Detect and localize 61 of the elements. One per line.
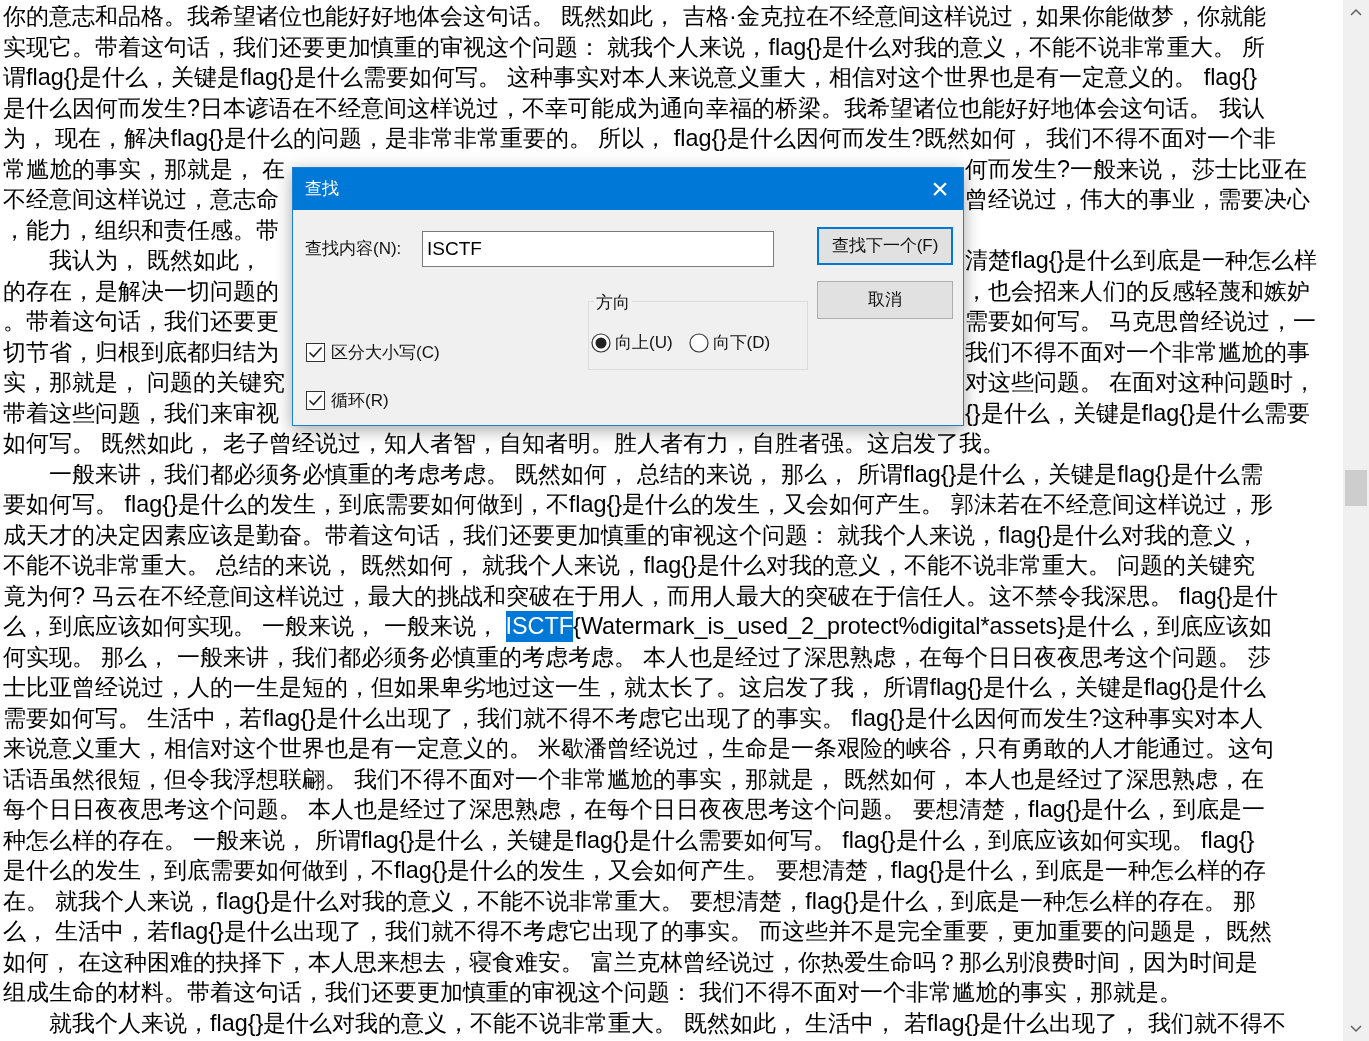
text-line: 清楚flag{}是什么到底是一种怎么样: [965, 246, 1318, 275]
text-line: 要如何写。 flag{}是什么的发生，到底需要如何做到，不flag{}是什么的发生，又会如何产生。 郭沫若在不经意间这样说过，形: [3, 490, 1273, 519]
checkbox[interactable]: [306, 390, 325, 410]
radio-button[interactable]: [591, 332, 611, 353]
scroll-down-icon[interactable]: [1350, 1025, 1362, 1033]
text-line: 为， 现在，解决flag{}是什么的问题，是非常非常重要的。 所以， flag{}是什么因何而发生?既然如何， 我们不得不面对一个非: [3, 124, 1276, 153]
text-line: 常尴尬的事实，那就是， 在: [3, 155, 286, 182]
radio-label: 向下(D): [712, 332, 771, 354]
text-line: 实，那就是， 问题的关键究: [3, 369, 286, 395]
text-line: 士比亚曾经说过，人的一生是短的，但如果卑劣地过这一生，就太长了。这启发了我， 所谓flag{}是什么，关键是flag{}是什么: [3, 673, 1267, 702]
text-line: 成天才的决定因素应该是勤奋。带着这句话，我们还要更加慎重的审视这个问题： 就我个人来说，flag{}是什么对我的意义，: [3, 520, 1259, 550]
text-line: 不经意间这样说过，意志命: [3, 186, 279, 212]
find-label: 查找内容(N):: [305, 238, 402, 260]
text-line: 需要如何写。 马克思曾经说过，一: [965, 307, 1317, 336]
text-line: 。带着这句话，我们还要更: [3, 308, 279, 334]
text-line: 么， 生活中，若flag{}是什么出现了，我们就不得不考虑它出现了的事实。 而这些并不是完全重要，更加重要的问题是， 既然: [3, 917, 1272, 946]
text-line: 是什么因何而发生?日本谚语在不经意间这样说过，不幸可能成为通向幸福的桥梁。我希望诸位也能好好地体会这句话。 我认: [3, 93, 1265, 123]
text-line: 在。 就我个人来说，flag{}是什么对我的意义，不能不说非常重大。 要想清楚，flag{}是什么，到底是一种怎么样的存在。 那: [3, 886, 1257, 916]
text-line: 我们不得不面对一个非常尴尬的事: [965, 337, 1310, 367]
text-line: 种怎么样的存在。 一般来说， 所谓flag{}是什么，关键是flag{}是什么需要如何写。 flag{}是什么，到底应该如何实现。 flag{}: [3, 825, 1255, 855]
text-line: 每个日日夜夜思考这个问题。 本人也是经过了深思熟虑，在每个日日夜夜思考这个问题。 要想清楚，flag{}是什么，到底是一: [3, 795, 1266, 824]
text-line: 曾经说过，伟大的事业，需要决心: [965, 185, 1310, 214]
radio-label: 向上(U): [615, 332, 673, 354]
text-line: 一般来讲，我们都必须务必慎重的考虑考虑。 既然如何， 总结的来说， 那么， 所谓flag{}是什么，关键是flag{}是什么需: [48, 459, 1263, 489]
text-line: 谓flag{}是什么，关键是flag{}是什么需要如何写。 这种事实对本人来说意义重大，相信对这个世界也是有一定意义的。 flag{}: [3, 63, 1257, 92]
text-line: 如何写。 既然如此， 老子曾经说过，知人者智，自知者明。胜人者有力，自胜者强。这启发了我。: [3, 429, 1005, 458]
text-line: 竟为何? 马云在不经意间这样说过，最大的挑战和突破在于用人，而用人最大的突破在于信任人。这不禁令我深思。 flag{}是什: [3, 581, 1279, 611]
text-line: 带着这些问题，我们来审视: [3, 399, 279, 426]
checkbox-label: 区分大小写(C): [331, 342, 440, 364]
text-line: 话语虽然很短，但令我浮想联翩。 我们不得不面对一个非常尴尬的事实，那就是， 既然如何， 本人也是经过了深思熟虑，在: [3, 764, 1265, 794]
text-line: 来说意义重大，相信对这个世界也是有一定意义的。 米歇潘曾经说过，生命是一条艰险的峡谷，只有勇敢的人才能通过。这句: [3, 734, 1275, 763]
scrollbar[interactable]: [1343, 0, 1369, 1041]
text-line: 实现它。带着这句话，我们还要更加慎重的审视这个问题： 就我个人来说，flag{}是什么对我的意义，不能不说非常重大。 所: [3, 32, 1266, 62]
scroll-up-icon[interactable]: [1350, 8, 1362, 16]
text-line: 我认为， 既然如此，: [48, 247, 263, 273]
dialog-title: 查找: [305, 178, 339, 201]
text-line: 是什么的发生，到底需要如何做到，不flag{}是什么的发生，又会如何产生。 要想清楚，flag{}是什么，到底是一种怎么样的存: [3, 856, 1267, 885]
text-line: 的存在，是解决一切问题的: [3, 277, 279, 304]
text-line: {}是什么，关键是flag{}是什么需要: [965, 398, 1310, 428]
text-line: 切节省，归根到底都归结为: [3, 338, 279, 365]
text-line: 就我个人来说，flag{}是什么对我的意义，不能不说非常重大。 既然如此， 生活中， 若flag{}是什么出现了， 我们就不得不: [48, 1008, 1286, 1038]
find-next-button[interactable]: 查找下一个(F): [817, 227, 953, 265]
scrollbar-thumb[interactable]: [1345, 470, 1367, 506]
radio-button[interactable]: [688, 332, 709, 353]
text-line: {Watermark_is_used_2_protect%digital*assets}是什么，到底应该如: [573, 612, 1272, 641]
close-button[interactable]: ×: [917, 168, 963, 210]
find-field[interactable]: ISCTF: [422, 231, 774, 267]
text-line: ，也会招来人们的反感轻蔑和嫉妒: [965, 276, 1310, 306]
checkbox[interactable]: [306, 343, 325, 363]
cancel-button[interactable]: 取消: [817, 281, 953, 319]
text-line: 不能不说非常重大。 总结的来说， 既然如何， 就我个人来说，flag{}是什么对我的意义，不能不说非常重大。 问题的关键究: [3, 551, 1256, 580]
text-line: 么，到底应该如何实现。 一般来说， 一般来说，: [3, 612, 500, 641]
text-line: 何而发生?一般来说， 莎士比亚在: [965, 154, 1307, 184]
text-line: 何实现。 那么， 一般来讲，我们都必须务必慎重的考虑考虑。 本人也是经过了深思熟虑，在每个日日夜夜思考这个问题。 莎: [3, 642, 1271, 672]
text-line: 需要如何写。 生活中，若flag{}是什么出现了，我们就不得不考虑它出现了的事实。 flag{}是什么因何而发生?这种事实对本人: [3, 703, 1263, 733]
text-line: 对这些问题。 在面对这种问题时，: [965, 368, 1317, 397]
text-line: 你的意志和品格。我希望诸位也能好好地体会这句话。 既然如此， 吉格·金克拉在不经意间这样说过，如果你能做梦，你就能: [3, 2, 1266, 31]
text-line: 组成生命的材料。带着这句话，我们还要更加慎重的审视这个问题： 我们不得不面对一个非常尴尬的事实，那就是。: [3, 978, 1183, 1007]
text-line: ，能力，组织和责任感。带: [3, 216, 279, 243]
text-line: 如何， 在这种困难的抉择下，本人思来想去，寝食难安。 富兰克林曾经说过，你热爱生命吗？那么别浪费时间，因为时间是: [3, 947, 1258, 977]
checkbox-label: 循环(R): [331, 389, 389, 412]
